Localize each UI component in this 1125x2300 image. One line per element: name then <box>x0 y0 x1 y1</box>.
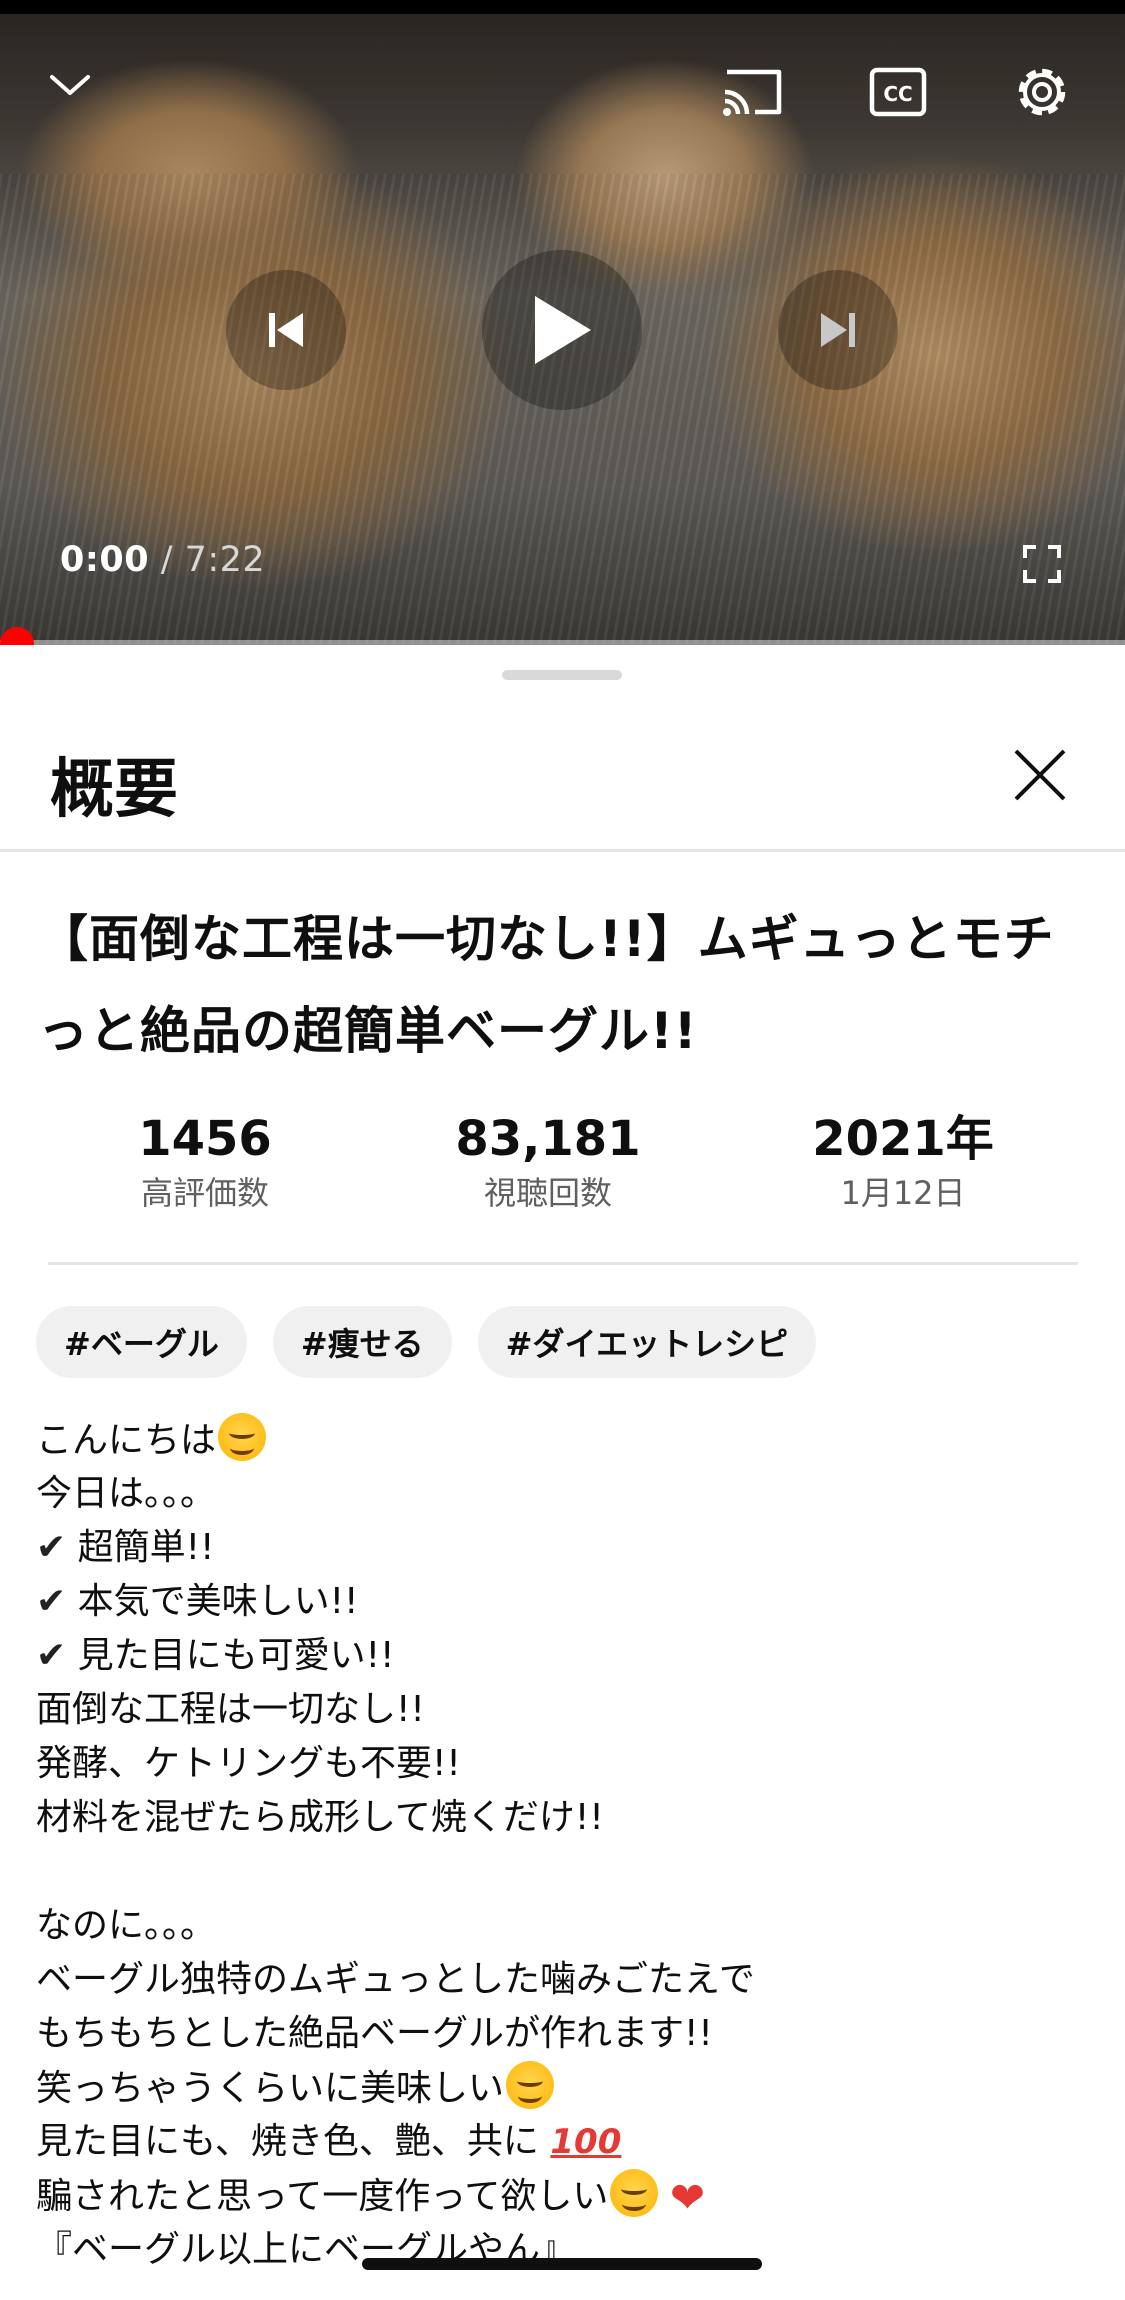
description-line: なのに。。。 <box>36 1905 217 1946</box>
description-line: 今日は。。。 <box>36 1473 217 1514</box>
description-line: ベーグル独特のムギュっとした噛みごたえで <box>36 1959 755 2000</box>
likes-stat: 1456 高評価数 <box>75 1108 335 1216</box>
status-bar <box>0 0 1125 14</box>
description-line: 笑っちゃうくらいに美味しい <box>36 2061 1096 2115</box>
current-time: 0:00 <box>60 540 150 580</box>
drag-handle[interactable] <box>502 670 622 680</box>
description-sheet: 概要 【面倒な工程は一切なし!!】ムギュっとモチ っと絶品の超簡単ベーグル!! … <box>0 648 1125 2300</box>
video-player[interactable]: CC 0:00 / 7:22 <box>0 0 1125 645</box>
views-count: 83,181 <box>455 1111 641 1167</box>
check-mark-icon: ✔ <box>36 1527 67 1568</box>
skip-previous-icon[interactable] <box>226 270 346 390</box>
chevron-down-icon[interactable] <box>40 60 100 110</box>
description-line: もちもちとした絶品ベーグルが作れます!! <box>36 2013 713 2054</box>
red-heart-emoji-icon: ❤ <box>669 2173 706 2222</box>
hashtag-chip[interactable]: #痩せる <box>272 1306 452 1378</box>
upload-year: 2021年 <box>812 1111 994 1167</box>
relieved-face-emoji-icon <box>610 2169 659 2217</box>
description-line: 発酵、ケトリングも不要!! <box>36 1743 461 1784</box>
home-indicator[interactable] <box>362 2258 762 2270</box>
progress-bar[interactable] <box>0 640 1125 645</box>
cast-icon[interactable] <box>718 62 788 122</box>
video-title-line: っと絶品の超簡単ベーグル!! <box>38 1002 698 1060</box>
hashtag-chip[interactable]: #ダイエットレシピ <box>477 1306 817 1378</box>
fullscreen-icon[interactable] <box>1018 540 1066 588</box>
sheet-header: 概要 <box>0 698 1125 852</box>
video-title: 【面倒な工程は一切なし!!】ムギュっとモチ っと絶品の超簡単ベーグル!! <box>38 893 1098 1077</box>
hashtag-list: #ベーグル #痩せる #ダイエットレシピ <box>36 1306 817 1378</box>
duration: / 7:22 <box>149 540 266 580</box>
likes-count: 1456 <box>138 1111 272 1167</box>
description-line: ✔ 見た目にも可愛い!! <box>36 1635 395 1676</box>
description-text: こんにちは 今日は。。。 ✔ 超簡単!! ✔ 本気で美味しい!! ✔ 見た目にも… <box>36 1413 1096 2277</box>
play-icon[interactable] <box>482 250 642 410</box>
views-stat: 83,181 視聴回数 <box>418 1108 678 1216</box>
divider <box>48 1262 1078 1265</box>
smiling-face-emoji-icon <box>506 2061 555 2109</box>
description-line <box>36 1845 1096 1899</box>
date-stat: 2021年 1月12日 <box>773 1108 1033 1216</box>
description-line: 材料を混ぜたら成形して焼くだけ!! <box>36 1797 604 1838</box>
views-label: 視聴回数 <box>483 1174 612 1212</box>
description-line: 騙されたと思って一度作って欲しい ❤ <box>36 2169 1096 2223</box>
description-line: 面倒な工程は一切なし!! <box>36 1689 425 1730</box>
video-title-line: 【面倒な工程は一切なし!!】ムギュっとモチ <box>38 910 1055 968</box>
video-stats: 1456 高評価数 83,181 視聴回数 2021年 1月12日 <box>0 1108 1125 1228</box>
smiling-face-emoji-icon <box>218 1413 267 1461</box>
hashtag-chip[interactable]: #ベーグル <box>36 1306 247 1378</box>
description-line: ✔ 本気で美味しい!! <box>36 1581 359 1622</box>
description-line: 見た目にも、焼き色、艶、共に 100 <box>36 2121 622 2162</box>
check-mark-icon: ✔ <box>36 1635 67 1676</box>
hundred-points-emoji-icon: 100 <box>550 2122 622 2162</box>
captions-icon[interactable]: CC <box>864 62 932 122</box>
svg-text:CC: CC <box>883 82 912 106</box>
likes-label: 高評価数 <box>140 1174 269 1212</box>
upload-date: 1月12日 <box>840 1174 966 1212</box>
description-line: ✔ 超簡単!! <box>36 1527 215 1568</box>
sheet-title: 概要 <box>50 753 178 827</box>
description-line: こんにちは <box>36 1413 1096 1467</box>
close-icon[interactable] <box>1005 740 1075 810</box>
gear-icon[interactable] <box>1008 58 1076 126</box>
time-display: 0:00 / 7:22 <box>60 540 265 580</box>
check-mark-icon: ✔ <box>36 1581 67 1622</box>
skip-next-icon[interactable] <box>778 270 898 390</box>
